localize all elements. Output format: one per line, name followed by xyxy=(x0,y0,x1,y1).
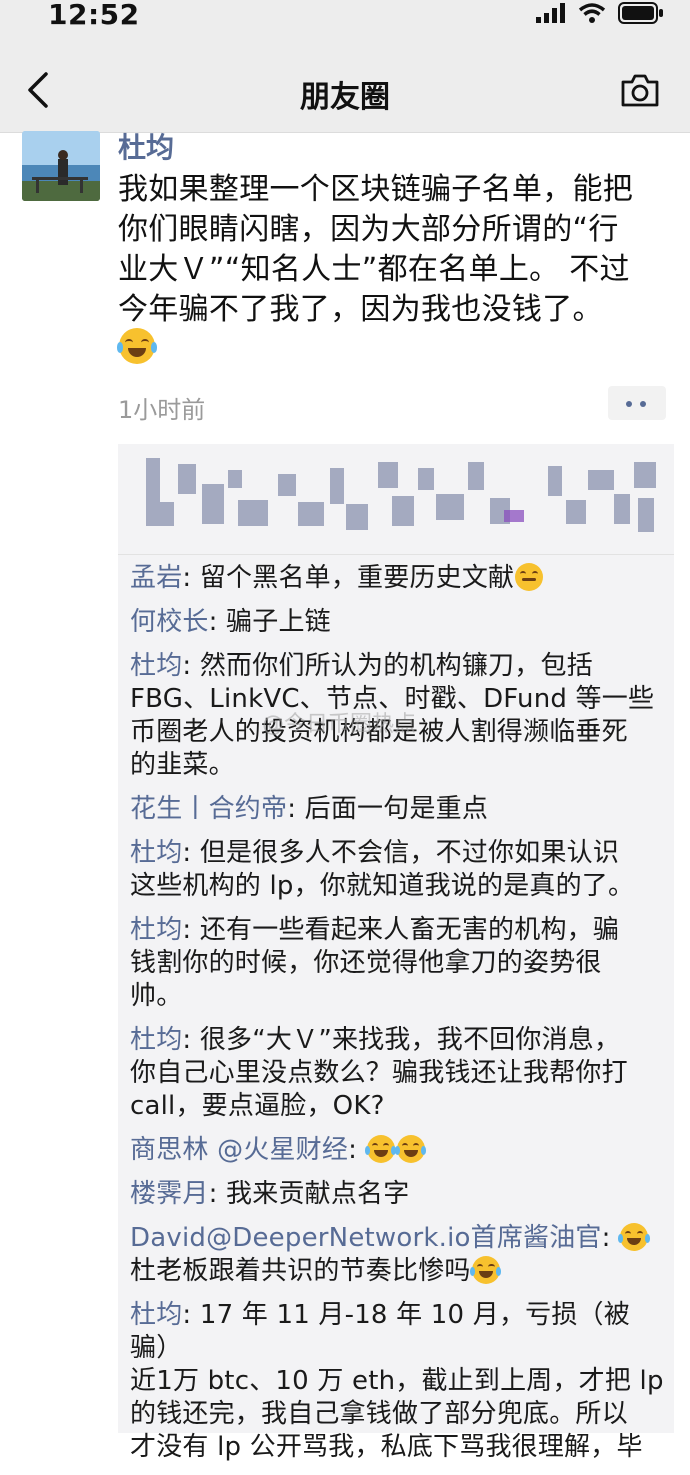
comment-author[interactable]: 花生丨合约帝 xyxy=(130,794,287,824)
comment-text: FBG、LinkVC、节点、时戳、DFund 等一些 xyxy=(130,684,655,714)
comment-text: 我来贡献点名字 xyxy=(226,1179,410,1209)
page-title: 朋友圈 xyxy=(300,80,390,115)
comment-text: 骗子上链 xyxy=(226,607,331,637)
comment-separator: : xyxy=(182,651,200,681)
comment-item[interactable]: 孟岩: 留个黑名单，重要历史文献 xyxy=(130,562,670,595)
avatar[interactable] xyxy=(22,131,100,201)
comment-text: 然而你们所认为的机构镰刀，包括 xyxy=(199,651,593,681)
comment-separator: : xyxy=(287,794,305,824)
blurred-likes xyxy=(118,444,674,555)
comment-item[interactable]: 楼霁月: 我来贡献点名字 xyxy=(130,1178,670,1211)
post-content: 我如果整理一个区块链骗子名单，能把 你们眼睛闪瞎，因为大部分所谓的“行 业大Ｖ”… xyxy=(118,170,678,330)
comment-item[interactable]: 杜均: 还有一些看起来人畜无害的机构，骗 钱割你的时候，你还觉得他拿刀的姿势很 … xyxy=(130,914,670,1013)
comment-text: call，要点逼脸，OK? xyxy=(130,1091,385,1121)
comment-separator: : xyxy=(182,915,200,945)
laugh-emoji-icon xyxy=(469,1256,502,1284)
comment-text: 帅。 xyxy=(130,981,183,1011)
comment-area: 孟岩: 留个黑名单，重要历史文献 何校长: 骗子上链 杜均: 然而你们所认为的机… xyxy=(118,444,674,1462)
comment-separator: : xyxy=(182,838,200,868)
comment-text: 17 年 11 月-18 年 10 月，亏损（被骗） xyxy=(130,1300,630,1363)
laugh-emoji-icon xyxy=(618,1223,650,1251)
comment-author[interactable]: 何校长 xyxy=(130,607,209,637)
thinking-emoji-icon xyxy=(515,563,544,591)
comment-text: 留个黑名单，重要历史文献 xyxy=(199,563,515,593)
comment-author[interactable]: 杜均 xyxy=(130,651,182,681)
comment-item[interactable]: David@DeeperNetwork.io首席酱油官: 杜老板跟着共识的节奏比… xyxy=(130,1222,670,1288)
avatar-photo xyxy=(22,131,100,201)
comment-text: 的钱还完，我自己拿钱做了部分兜底。所以 xyxy=(130,1399,628,1429)
comment-author[interactable]: 杜均 xyxy=(130,1300,182,1330)
comment-author[interactable]: 商思林 @火星财经 xyxy=(130,1135,348,1165)
comment-author[interactable]: David@DeeperNetwork.io首席酱油官 xyxy=(130,1223,602,1253)
comment-author[interactable]: 楼霁月 xyxy=(130,1179,209,1209)
comment-separator: : xyxy=(208,1179,227,1209)
comment-author[interactable]: 杜均 xyxy=(130,915,182,945)
comment-text: 杜老板跟着共识的节奏比惨吗 xyxy=(130,1256,471,1286)
camera-icon[interactable] xyxy=(620,72,660,108)
comment-author[interactable]: 孟岩 xyxy=(130,563,182,593)
comment-text: 才没有 lp 公开骂我，私底下骂我很理解，毕 xyxy=(130,1432,643,1462)
comment-item[interactable]: 何校长: 骗子上链 xyxy=(130,606,670,639)
battery-icon xyxy=(618,2,663,24)
comment-item[interactable]: 商思林 @火星财经: xyxy=(130,1134,670,1167)
nav-bar: 朋友圈 xyxy=(0,44,690,133)
comment-separator: : xyxy=(182,1300,200,1330)
comment-text: 后面一句是重点 xyxy=(304,794,489,824)
comment-text: 的韭菜。 xyxy=(130,750,235,780)
post-line: 我如果整理一个区块链骗子名单，能把 xyxy=(118,172,634,207)
comment-text: 钱割你的时候，你还觉得他拿刀的姿势很 xyxy=(130,948,602,978)
status-time: 12:52 xyxy=(48,0,140,31)
laugh-emoji-icon xyxy=(394,1135,427,1163)
comment-author[interactable]: 杜均 xyxy=(130,1025,182,1055)
post-line: 业大Ｖ”“知名人士”都在名单上。 不过 xyxy=(118,252,630,287)
comment-separator: : xyxy=(182,1025,200,1055)
post-timestamp: 1小时前 xyxy=(118,396,206,424)
comment-separator: : xyxy=(208,607,227,637)
comment-text: 但是很多人不会信，不过你如果认识 xyxy=(199,838,620,868)
comment-text: 你自己心里没点数么？骗我钱还让我帮你打 xyxy=(130,1058,628,1088)
status-icons xyxy=(536,2,664,24)
comment-item[interactable]: 杜均: 但是很多人不会信，不过你如果认识 这些机构的 lp，你就知道我说的是真的… xyxy=(130,837,670,903)
comment-text: 这些机构的 lp，你就知道我说的是真的了。 xyxy=(130,871,635,901)
comment-separator: : xyxy=(348,1135,366,1165)
comment-text: 近1万 btc、10 万 eth，截止到上周，才把 lp xyxy=(130,1366,664,1396)
post-line: 你们眼睛闪瞎，因为大部分所谓的“行 xyxy=(118,212,619,247)
comment-item[interactable]: 杜均: 很多“大Ｖ”来找我，我不回你消息， 你自己心里没点数么？骗我钱还让我帮你… xyxy=(130,1024,670,1123)
comment-text: 还有一些看起来人畜无害的机构，骗 xyxy=(199,915,620,945)
laugh-emoji-icon xyxy=(116,328,158,364)
post-author[interactable]: 杜均 xyxy=(118,126,174,166)
comment-text: 很多“大Ｖ”来找我，我不回你消息， xyxy=(199,1025,621,1055)
comment-item[interactable]: 杜均: 17 年 11 月-18 年 10 月，亏损（被骗） 近1万 btc、1… xyxy=(130,1299,670,1464)
more-icon[interactable] xyxy=(608,386,666,420)
comment-text: 币圈老人的投资机构都是被人割得濒临垂死 xyxy=(130,717,628,747)
wifi-icon xyxy=(578,3,606,23)
comment-item[interactable]: 杜均: 然而你们所认为的机构镰刀，包括 FBG、LinkVC、节点、时戳、DFu… xyxy=(130,650,670,782)
comment-list: 孟岩: 留个黑名单，重要历史文献 何校长: 骗子上链 杜均: 然而你们所认为的机… xyxy=(130,562,670,1475)
comment-separator: : xyxy=(601,1223,620,1253)
comment-item[interactable]: 花生丨合约帝: 后面一句是重点 xyxy=(130,793,670,826)
post-line: 今年骗不了我了，因为我也没钱了。 xyxy=(118,292,603,327)
comment-author[interactable]: 杜均 xyxy=(130,838,182,868)
signal-icon xyxy=(536,3,565,23)
laugh-emoji-icon xyxy=(364,1135,397,1163)
status-bar: 12:52 xyxy=(0,0,690,44)
comment-separator: : xyxy=(182,563,200,593)
